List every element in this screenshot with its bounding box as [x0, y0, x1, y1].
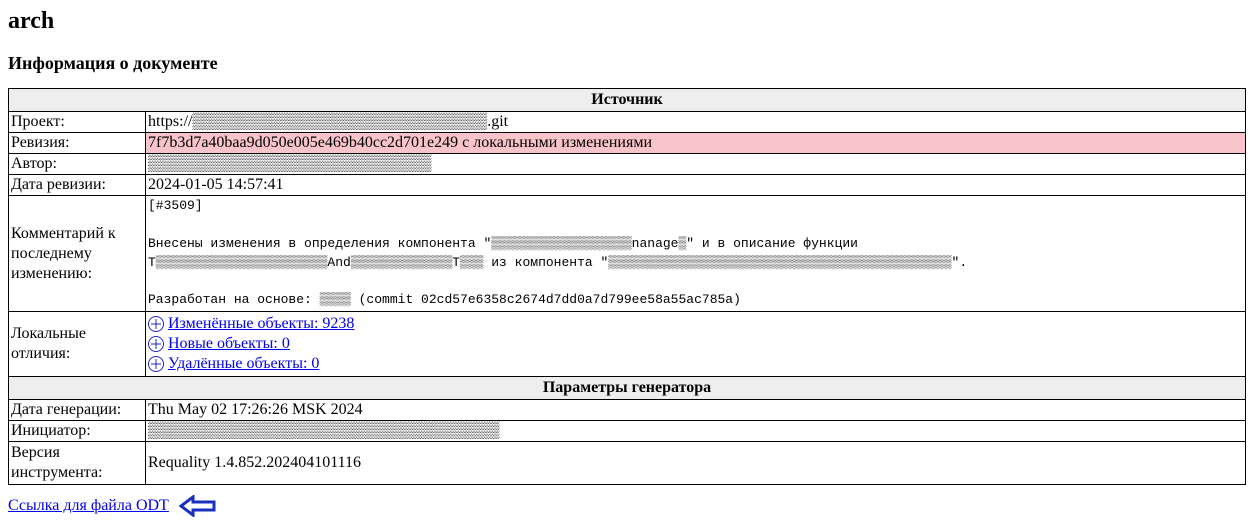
expand-icon[interactable]: [148, 316, 164, 332]
revision-row: Ревизия: 7f7b3d7a40baa9d050e005e469b40cc…: [9, 133, 1246, 154]
initiator-value: ▒▒▒▒▒▒▒▒▒▒▒▒▒▒▒▒▒▒▒▒▒▒▒▒▒▒▒▒▒▒▒: [146, 421, 1246, 442]
expand-icon[interactable]: [148, 356, 164, 372]
diff-changed-line: Изменённые объекты: 9238: [148, 315, 1241, 333]
project-label: Проект:: [9, 112, 146, 133]
page-title: arch: [8, 8, 1250, 35]
local-diff-row: Локальные отличия: Изменённые объекты: 9…: [9, 312, 1246, 377]
author-value: ▒▒▒▒▒▒▒▒▒▒▒▒▒▒▒▒▒▒▒▒▒▒▒▒▒: [146, 154, 1246, 175]
comment-row: Комментарий к последнему изменению: [#35…: [9, 196, 1246, 312]
rev-date-row: Дата ревизии: 2024-01-05 14:57:41: [9, 175, 1246, 196]
diff-new-line: Новые объекты: 0: [148, 335, 1241, 353]
tool-version-label: Версия инструмента:: [9, 442, 146, 485]
author-label: Автор:: [9, 154, 146, 175]
revision-label: Ревизия:: [9, 133, 146, 154]
project-row: Проект: https://▒▒▒▒▒▒▒▒▒▒▒▒▒▒▒▒▒▒▒▒▒▒▒▒…: [9, 112, 1246, 133]
author-row: Автор: ▒▒▒▒▒▒▒▒▒▒▒▒▒▒▒▒▒▒▒▒▒▒▒▒▒: [9, 154, 1246, 175]
comment-label: Комментарий к последнему изменению:: [9, 196, 146, 312]
source-header-row: Источник: [9, 89, 1246, 112]
tool-version-value: Requality 1.4.852.202404101116: [146, 442, 1246, 485]
local-diff-cell: Изменённые объекты: 9238 Новые объекты: …: [146, 312, 1246, 377]
diff-deleted-line: Удалённые объекты: 0: [148, 355, 1241, 373]
info-table: Источник Проект: https://▒▒▒▒▒▒▒▒▒▒▒▒▒▒▒…: [8, 88, 1246, 485]
diff-changed-link[interactable]: Изменённые объекты: 9238: [168, 315, 354, 333]
project-value: https://▒▒▒▒▒▒▒▒▒▒▒▒▒▒▒▒▒▒▒▒▒▒▒▒▒▒.git: [146, 112, 1246, 133]
gen-date-value: Thu May 02 17:26:26 MSK 2024: [146, 400, 1246, 421]
rev-date-value: 2024-01-05 14:57:41: [146, 175, 1246, 196]
local-diff-label: Локальные отличия:: [9, 312, 146, 377]
section-heading: Информация о документе: [8, 53, 1250, 74]
revision-value: 7f7b3d7a40baa9d050e005e469b40cc2d701e249…: [146, 133, 1246, 154]
initiator-row: Инициатор: ▒▒▒▒▒▒▒▒▒▒▒▒▒▒▒▒▒▒▒▒▒▒▒▒▒▒▒▒▒…: [9, 421, 1246, 442]
diff-deleted-link[interactable]: Удалённые объекты: 0: [168, 355, 319, 373]
gen-date-row: Дата генерации: Thu May 02 17:26:26 MSK …: [9, 400, 1246, 421]
diff-new-link[interactable]: Новые объекты: 0: [168, 335, 290, 353]
generator-header: Параметры генератора: [9, 377, 1246, 400]
gen-date-label: Дата генерации:: [9, 400, 146, 421]
odt-link-wrap: Ссылка для файла ODT: [8, 495, 1250, 517]
rev-date-label: Дата ревизии:: [9, 175, 146, 196]
odt-file-link[interactable]: Ссылка для файла ODT: [8, 497, 169, 515]
tool-version-row: Версия инструмента: Requality 1.4.852.20…: [9, 442, 1246, 485]
initiator-label: Инициатор:: [9, 421, 146, 442]
arrow-left-icon: [179, 495, 217, 517]
generator-header-row: Параметры генератора: [9, 377, 1246, 400]
expand-icon[interactable]: [148, 336, 164, 352]
comment-value: [#3509] Внесены изменения в определения …: [146, 196, 1246, 312]
source-header: Источник: [9, 89, 1246, 112]
